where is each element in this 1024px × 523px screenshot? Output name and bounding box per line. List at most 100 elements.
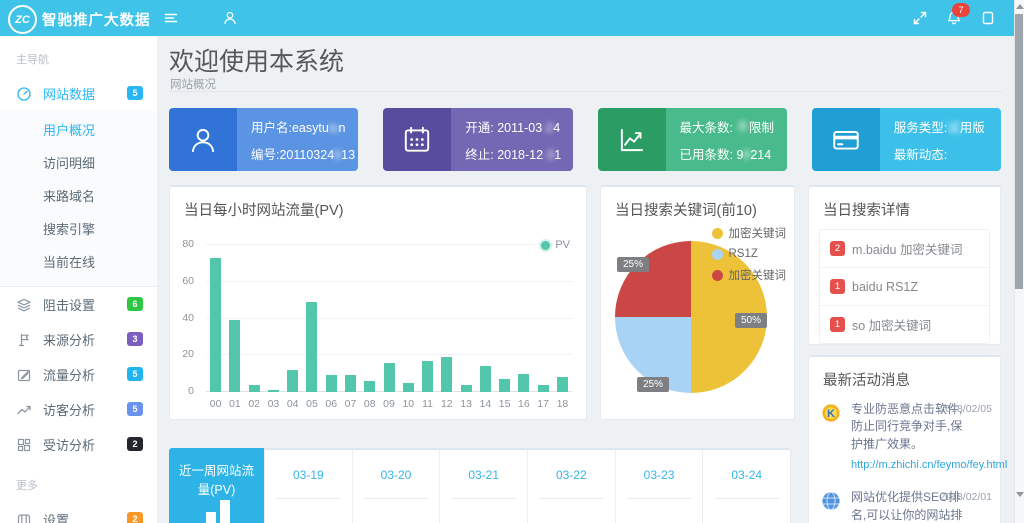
speedometer-icon [16, 86, 32, 102]
bell-icon[interactable]: 7 [946, 10, 962, 26]
sidebar-item-来源分析[interactable]: 来源分析3 [0, 322, 157, 357]
card-line: 最新动态: [894, 144, 1001, 163]
search-detail-row[interactable]: 1so 加密关键词 [820, 305, 989, 343]
bar-06 [326, 375, 337, 392]
x-tick-label: 11 [418, 398, 437, 410]
bar-cell [360, 245, 379, 392]
bar-02 [249, 385, 260, 392]
activity-panel: 最新活动消息 K专业防恶意点击软件,防止同行竞争对手,保护推广效果。2018/0… [808, 355, 1001, 523]
summary-card-1: 用户名:easytuion编号:20110324613 [169, 108, 358, 171]
brand-title: 智驰推广大数据 [42, 9, 151, 30]
card-body: 服务类型:试用版最新动态: [880, 108, 1001, 171]
pie-chart-title: 当日搜索关键词(前10) [615, 199, 757, 220]
legend-dot-icon [541, 241, 550, 250]
fullscreen-icon[interactable] [912, 10, 928, 26]
card-text: 终止: 2018-12 [465, 148, 543, 162]
card-text: 用版 [960, 121, 985, 135]
search-details-title: 当日搜索详情 [823, 199, 910, 220]
y-tick-label: 60 [182, 275, 194, 287]
keyword-text: m.baidu 加密关键词 [852, 239, 962, 258]
bar-y-axis: 020406080 [170, 245, 200, 392]
bar-legend-item[interactable]: PV [541, 239, 570, 251]
activity-title: 最新活动消息 [823, 369, 910, 390]
card-text: n [339, 121, 346, 135]
window-icon[interactable] [980, 10, 996, 26]
sidebar-subitem-来路域名[interactable]: 来路域名 [0, 179, 157, 212]
sidebar-item-流量分析[interactable]: 流量分析5 [0, 357, 157, 392]
sidebar-subitem-搜索引擎[interactable]: 搜索引擎 [0, 212, 157, 245]
trend-icon [16, 402, 32, 418]
pie-legend-item[interactable]: 加密关键词 [712, 267, 787, 283]
sidebar-item-label: 受访分析 [43, 435, 95, 454]
activity-link[interactable]: http://m.zhichi.cn/feymo/fey.html [851, 459, 1007, 471]
date-label: 03-21 [440, 468, 527, 482]
date-tab-03-21[interactable]: 03-21 [439, 450, 527, 523]
blurred-text: 8 [743, 148, 750, 162]
x-tick-label: 08 [360, 398, 379, 410]
date-divider [364, 498, 428, 499]
bar-x-axis: 00010203040506070809101112131415161718 [206, 398, 572, 410]
sidebar-subitem-当前在线[interactable]: 当前在线 [0, 245, 157, 278]
bar-12 [441, 357, 452, 392]
sidebar-item-阻击设置[interactable]: 阻击设置6 [0, 287, 157, 322]
search-detail-row[interactable]: 2m.baidu 加密关键词 [820, 230, 989, 267]
grid-icon [16, 437, 32, 453]
person-icon[interactable] [222, 10, 238, 26]
card-text: 开通: 2011-03 [465, 121, 542, 135]
bar-01 [229, 320, 240, 392]
svg-text:K: K [827, 408, 835, 420]
date-tab-03-24[interactable]: 03-24 [702, 450, 790, 523]
bar-cell [225, 245, 244, 392]
hamburger-icon[interactable] [163, 10, 179, 26]
sidebar-subitem-访问明细[interactable]: 访问明细 [0, 146, 157, 179]
sidebar-item-网站数据[interactable]: 网站数据5 [0, 76, 157, 111]
date-tab-03-20[interactable]: 03-20 [352, 450, 440, 523]
activity-date: 2018/02/05 [939, 403, 992, 415]
x-tick-label: 07 [341, 398, 360, 410]
tile-bar-icon [206, 512, 216, 523]
card-body: 开通: 2011-03-24终止: 2018-12-31 [451, 108, 572, 171]
pie-percent-label: 50% [735, 313, 767, 328]
activity-date: 2018/02/01 [939, 491, 992, 503]
bar-cell [302, 245, 321, 392]
brand-logo[interactable]: ZC [8, 5, 37, 34]
pie-legend-item[interactable]: 加密关键词 [712, 225, 787, 241]
keyword-text: baidu RS1Z [852, 280, 918, 294]
x-tick-label: 06 [322, 398, 341, 410]
chart-icon [598, 108, 666, 171]
blurred-text: -2 [542, 121, 553, 135]
date-tab-03-19[interactable]: 03-19 [265, 450, 352, 523]
card-line: 用户名:easytuion [251, 117, 358, 136]
sidebar-item-访客分析[interactable]: 访客分析5 [0, 392, 157, 427]
bar-14 [480, 366, 491, 392]
sidebar-subitem-用户概况[interactable]: 用户概况 [0, 113, 157, 146]
bar-plot-area [206, 245, 572, 392]
date-tab-03-22[interactable]: 03-22 [527, 450, 615, 523]
scroll-up-arrow-icon[interactable] [1016, 4, 1024, 9]
scroll-down-arrow-icon[interactable] [1016, 492, 1024, 497]
date-tab-03-23[interactable]: 03-23 [615, 450, 703, 523]
globe-icon [821, 491, 841, 511]
page-scrollbar[interactable] [1014, 0, 1024, 523]
pie-legend-item[interactable]: RS1Z [712, 248, 787, 260]
bar-cell [553, 245, 572, 392]
x-tick-label: 02 [245, 398, 264, 410]
sidebar-item-设置[interactable]: 设置2 [0, 502, 157, 523]
scrollbar-thumb[interactable] [1015, 14, 1023, 289]
sidebar-item-受访分析[interactable]: 受访分析2 [0, 427, 157, 462]
blurred-text: 试 [947, 121, 960, 135]
top-header: ZC 智驰推广大数据 7 [0, 0, 1024, 36]
search-detail-row[interactable]: 1baidu RS1Z [820, 267, 989, 305]
card-text: 13 [341, 148, 355, 162]
card-text: 服务类型: [894, 121, 947, 135]
bar-cell [437, 245, 456, 392]
bar-05 [306, 302, 317, 392]
y-tick-label: 40 [182, 312, 194, 324]
legend-label: 加密关键词 [729, 225, 787, 241]
keyword-text: so 加密关键词 [852, 315, 931, 334]
card-line: 服务类型:试用版 [894, 117, 1001, 136]
main-content: 欢迎使用本系统 网站概况 用户名:easytuion编号:20110324613… [157, 36, 1014, 523]
bar-series [206, 245, 572, 392]
sidebar-section-label: 更多 [0, 462, 157, 502]
legend-label: PV [555, 239, 570, 251]
